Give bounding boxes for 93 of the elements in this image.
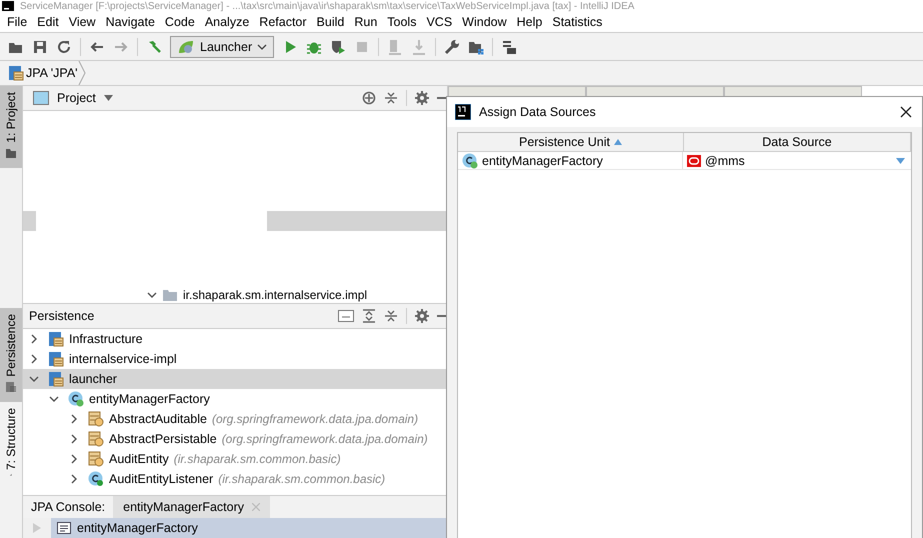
panel-title: Persistence [29,309,94,323]
settings-icon[interactable] [415,309,429,323]
tool-window-label: Persistence [4,314,18,377]
menu-item[interactable]: Tools [382,15,422,29]
package-hint: (org.springframework.data.jpa.domain) [212,412,418,426]
wrench-icon[interactable] [444,38,460,54]
tree-label: entityManagerFactory [89,392,210,406]
settings-icon[interactable] [415,91,429,105]
menu-item[interactable]: Edit [32,15,64,29]
tree-label: launcher [69,372,117,386]
breadcrumb-separator-icon [78,61,86,85]
tree-label: ir.shaparak.sm.internalservice.impl [183,288,368,302]
list-icon [5,380,17,393]
tree-row[interactable]: AbstractAuditable (org.springframework.data.jpa.domain) [23,409,447,429]
tree-row[interactable]: Infrastructure [23,329,447,349]
table-cell[interactable]: entityManagerFactory [458,152,683,169]
entity-icon [88,451,104,467]
menu-item[interactable]: Analyze [200,15,254,29]
tool-window-label: 7: Structure [4,408,18,470]
column-header[interactable]: Data Source [684,133,911,151]
menu-item[interactable]: Run [349,15,382,29]
menu-item[interactable]: View [64,15,101,29]
tree-label: AbstractAuditable [109,412,207,426]
caret-icon [896,158,905,164]
class-icon [68,391,84,407]
cell-text: entityManagerFactory [482,154,603,168]
breadcrumb[interactable]: JPA 'JPA' [8,65,78,81]
data-source-dropdown[interactable]: @mms [683,152,911,169]
folder-icon [5,146,17,159]
tool-window-tab[interactable]: 1: Project [0,86,22,168]
tree-row[interactable]: AbstractPersistable (org.springframework.data.jpa.domain) [23,429,447,449]
sort-ascending-icon [614,139,622,145]
package-hint: (org.springframework.data.jpa.domain) [222,432,428,446]
app-icon [455,104,471,120]
console-label: JPA Console: [30,499,106,516]
class-icon [462,152,478,168]
menu-item[interactable]: Navigate [100,15,160,29]
tool-window-tab[interactable]: 7: Structure [0,402,22,482]
tree-label: Infrastructure [69,332,143,346]
expand-all-icon[interactable] [362,309,376,323]
console-row[interactable]: entityManagerFactory [51,518,447,538]
window-icon [33,91,49,105]
menu-item[interactable]: Build [312,15,350,29]
leaf-icon [177,38,195,54]
module-icon [48,351,64,367]
package-hint: (ir.shaparak.sm.common.basic) [174,452,341,466]
entity-icon [88,411,104,427]
tree-label: internalservice-impl [69,352,177,366]
window-title: ServiceManager [F:\projects\ServiceManager] - ...\tax\src\main\java\ir\shaparak\sm\tax\service\TaxWebServiceImpl.java [tax] - IntelliJ IDEA [20,0,634,12]
package-hint: (ir.shaparak.sm.common.basic) [218,472,386,486]
package-icon [163,289,177,301]
caret-icon[interactable] [104,95,113,101]
document-icon [57,522,71,534]
panel-title[interactable]: Project [57,91,96,105]
tree-label: AbstractPersistable [109,432,217,446]
save-icon[interactable] [32,38,48,54]
caret-icon [257,42,268,50]
dialog-title: Assign Data Sources [479,105,596,119]
menu-item[interactable]: File [2,15,32,29]
console-tab[interactable]: entityManagerFactory [113,496,270,518]
menu-item[interactable]: Help [512,15,548,29]
module-icon [48,331,64,347]
module-icon [48,371,64,387]
collapse-all-icon[interactable] [384,309,398,323]
tree-row[interactable]: entityManagerFactory [23,389,447,409]
tree-row[interactable]: launcher [23,369,447,389]
class-icon [88,471,104,487]
menu-item[interactable]: Code [160,15,200,29]
console-icon[interactable] [338,310,354,322]
tree-row[interactable]: AuditEntityListener (ir.shaparak.sm.common.basic) [23,469,447,489]
tool-window-label: 1: Project [4,92,18,143]
tool-window-tab[interactable]: Persistence [0,308,22,402]
tree-row[interactable]: internalservice-impl [23,349,447,369]
refresh-icon[interactable] [56,38,72,54]
module-icon [8,65,24,81]
collapse-all-icon[interactable] [384,91,398,105]
target-icon[interactable] [362,91,376,105]
menu-item[interactable]: Refactor [254,15,312,29]
chevron-down-icon[interactable] [147,291,157,299]
tree-label: AuditEntity [109,452,169,466]
console-row-label: entityManagerFactory [77,521,198,535]
coverage-icon[interactable] [330,38,346,54]
run-config-dropdown[interactable]: Launcher [170,36,274,58]
menu-item[interactable]: Statistics [547,15,608,29]
menu-item[interactable]: Window [457,15,512,29]
column-header[interactable]: Persistence Unit [458,133,684,151]
tree-row[interactable]: AuditEntity (ir.shaparak.sm.common.basic) [23,449,447,469]
close-icon[interactable] [900,106,912,118]
breadcrumb-label: JPA 'JPA' [26,66,78,80]
cell-text: @mms [705,154,745,168]
entity-icon [88,431,104,447]
menu-item[interactable]: VCS [421,15,458,29]
tree-label: AuditEntityListener [109,472,214,486]
